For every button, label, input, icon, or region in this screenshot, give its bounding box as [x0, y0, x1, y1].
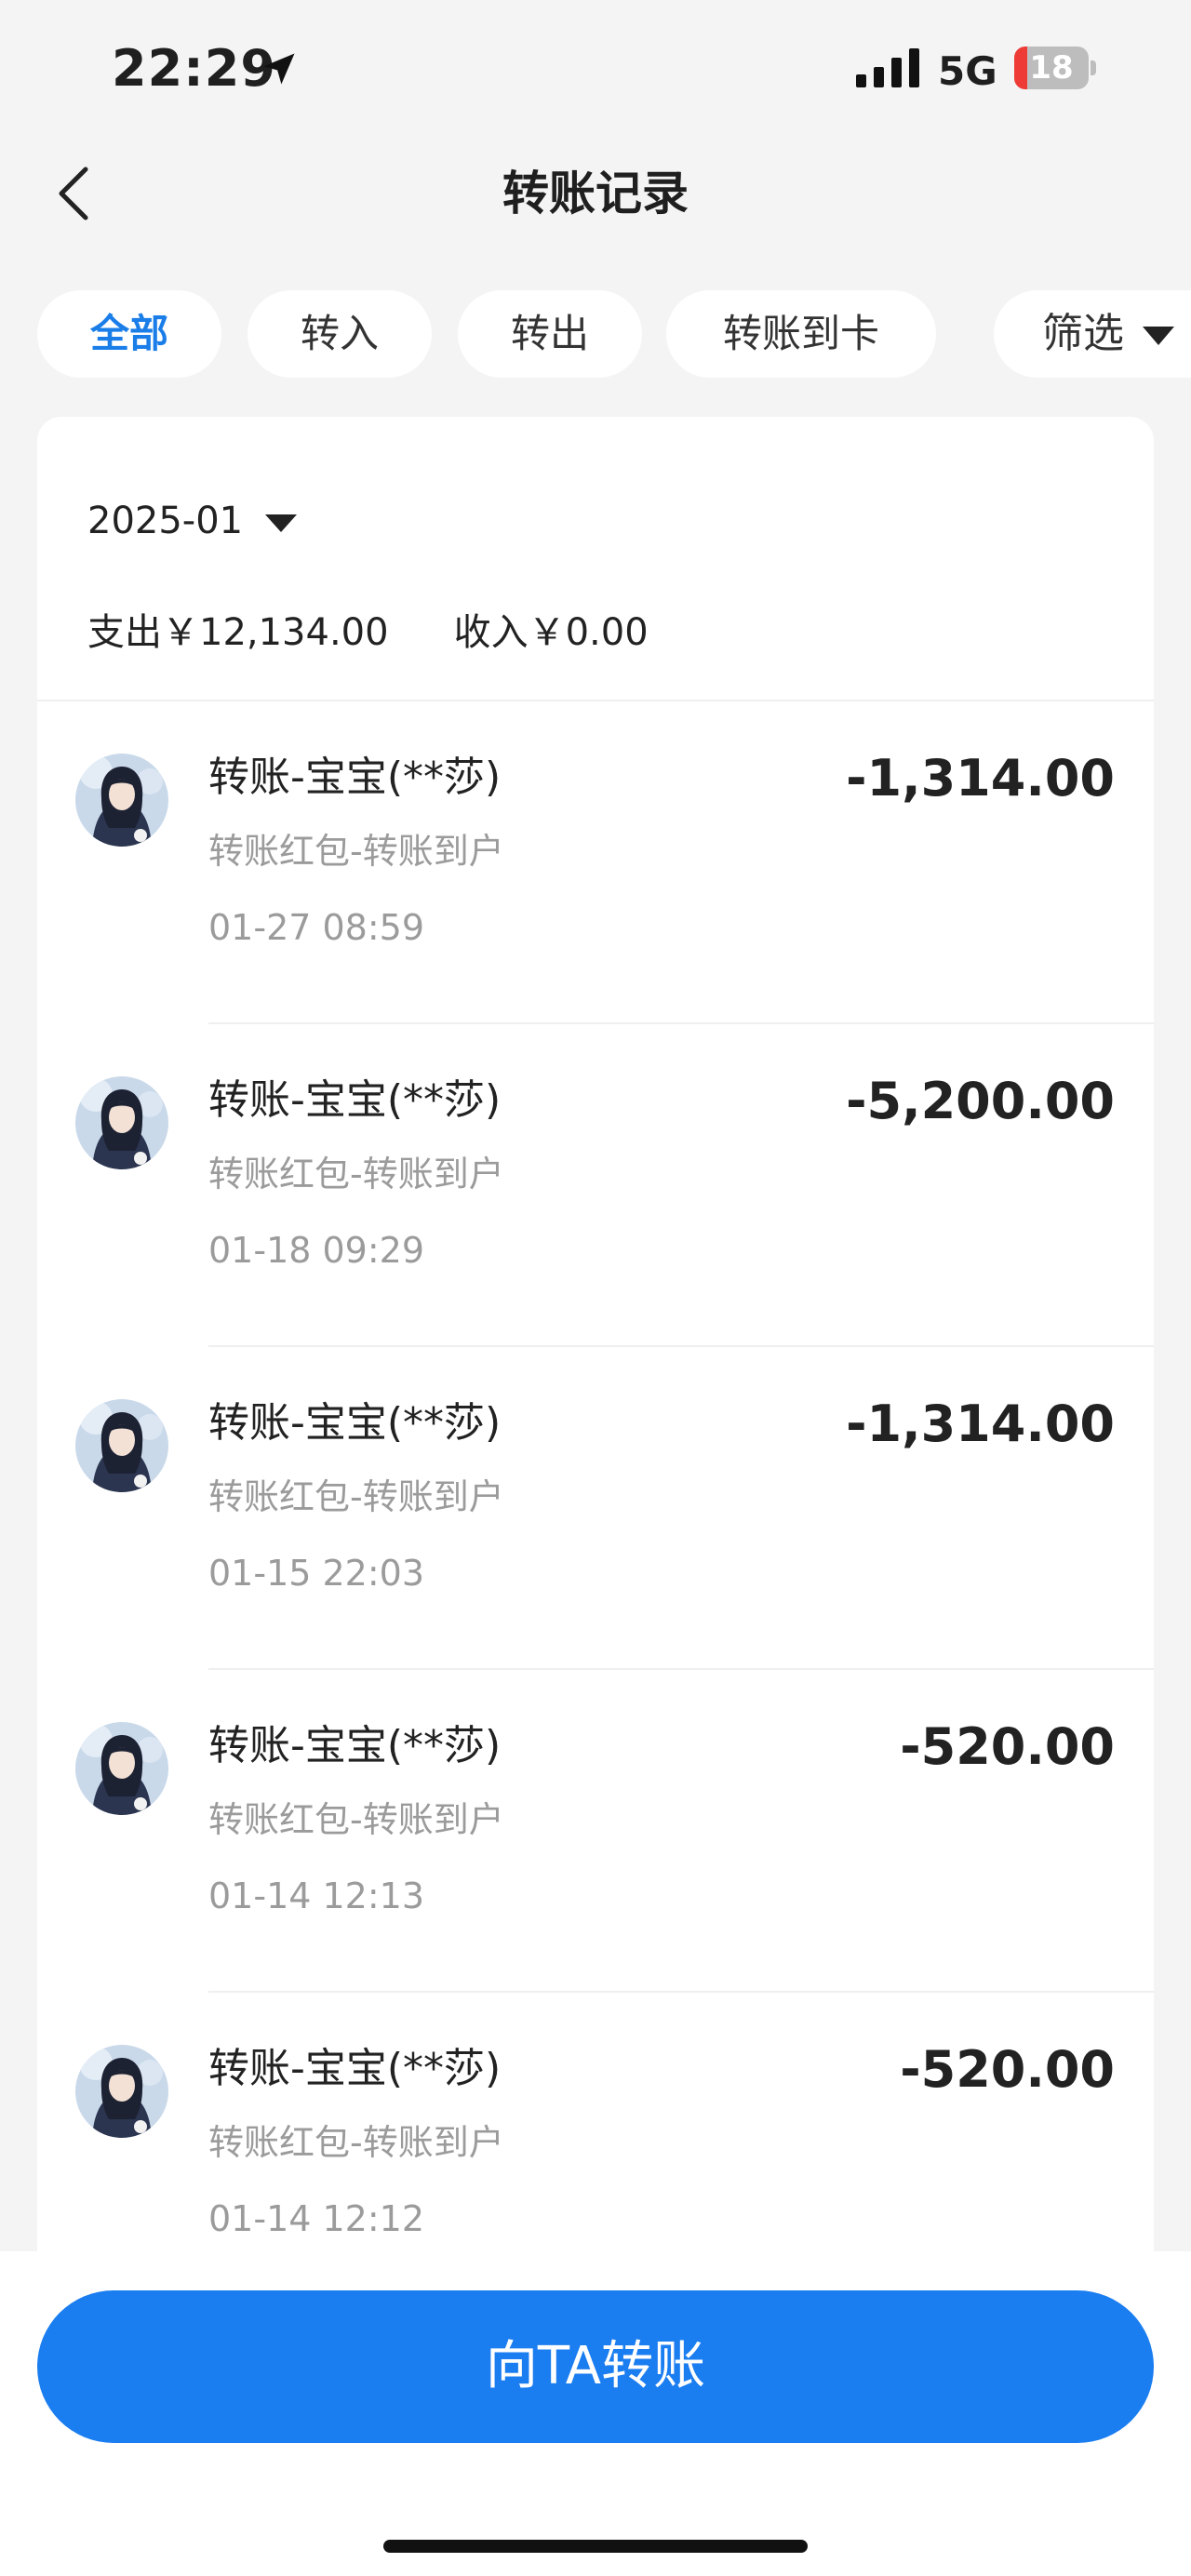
income-total: 收入￥0.00	[453, 611, 649, 654]
battery-icon: 18	[1014, 47, 1096, 89]
month-selector[interactable]: 2025-01	[87, 493, 298, 549]
cellular-signal-icon	[856, 48, 919, 87]
transaction-subtitle: 转账红包-转账到户	[208, 1154, 504, 1195]
dropdown-caret-icon	[265, 514, 298, 532]
tab-transfer-to-card[interactable]: 转账到卡	[666, 290, 936, 378]
transaction-amount: -520.00	[900, 1717, 1115, 1776]
transaction-title: 转账-宝宝(**莎)	[208, 2045, 502, 2092]
battery-percent: 18	[1029, 49, 1074, 87]
bottom-action-bar: 向TA转账	[0, 2251, 1191, 2576]
transaction-amount: -5,200.00	[846, 1072, 1115, 1130]
transaction-time: 01-18 09:29	[208, 1230, 425, 1271]
transaction-subtitle: 转账红包-转账到户	[208, 831, 504, 872]
filter-tabs: 全部 转入 转出 转账到卡 筛选	[37, 290, 1191, 378]
transaction-time: 01-14 12:13	[208, 1875, 425, 1916]
month-label: 2025-01	[87, 500, 244, 542]
transaction-time: 01-27 08:59	[208, 907, 425, 948]
transaction-amount: -520.00	[900, 2040, 1115, 2099]
transaction-time: 01-14 12:12	[208, 2198, 425, 2239]
expense-total: 支出￥12,134.00	[87, 611, 389, 654]
filter-label: 筛选	[1042, 310, 1124, 357]
transaction-title: 转账-宝宝(**莎)	[208, 1399, 502, 1447]
transaction-row[interactable]: 转账-宝宝(**莎) 转账红包-转账到户 01-14 12:12 -520.00	[37, 1993, 1154, 2277]
filter-button[interactable]: 筛选	[994, 290, 1191, 378]
transaction-time: 01-15 22:03	[208, 1553, 425, 1594]
month-summary: 支出￥12,134.00 收入￥0.00	[87, 605, 649, 661]
transaction-subtitle: 转账红包-转账到户	[208, 1799, 504, 1840]
avatar	[75, 1076, 168, 1169]
transaction-amount: -1,314.00	[846, 1395, 1115, 1453]
transaction-title: 转账-宝宝(**莎)	[208, 1076, 502, 1124]
status-bar: 22:29 5G 18	[0, 0, 1191, 140]
tab-all[interactable]: 全部	[37, 290, 221, 378]
transaction-subtitle: 转账红包-转账到户	[208, 2122, 504, 2163]
network-type: 5G	[938, 48, 997, 94]
transaction-row[interactable]: 转账-宝宝(**莎) 转账红包-转账到户 01-15 22:03 -1,314.…	[37, 1347, 1154, 1670]
transaction-amount: -1,314.00	[846, 749, 1115, 808]
page-title: 转账记录	[502, 167, 689, 220]
location-arrow-icon	[263, 53, 295, 85]
dropdown-caret-icon	[1143, 327, 1174, 345]
avatar	[75, 1399, 168, 1492]
transaction-title: 转账-宝宝(**莎)	[208, 1722, 502, 1769]
records-card: 2025-01 支出￥12,134.00 收入￥0.00 转账-宝宝(**莎) 转…	[37, 417, 1154, 2277]
status-time: 22:29	[112, 39, 276, 98]
transfer-to-them-button[interactable]: 向TA转账	[37, 2290, 1154, 2443]
transaction-subtitle: 转账红包-转账到户	[208, 1476, 504, 1517]
avatar	[75, 1722, 168, 1815]
tab-outgoing[interactable]: 转出	[458, 290, 642, 378]
avatar	[75, 2045, 168, 2138]
transaction-row[interactable]: 转账-宝宝(**莎) 转账红包-转账到户 01-18 09:29 -5,200.…	[37, 1024, 1154, 1347]
transaction-row[interactable]: 转账-宝宝(**莎) 转账红包-转账到户 01-27 08:59 -1,314.…	[37, 701, 1154, 1024]
transaction-title: 转账-宝宝(**莎)	[208, 754, 502, 801]
home-indicator	[383, 2540, 808, 2553]
transaction-row[interactable]: 转账-宝宝(**莎) 转账红包-转账到户 01-14 12:13 -520.00	[37, 1670, 1154, 1993]
tab-incoming[interactable]: 转入	[248, 290, 432, 378]
avatar	[75, 754, 168, 847]
